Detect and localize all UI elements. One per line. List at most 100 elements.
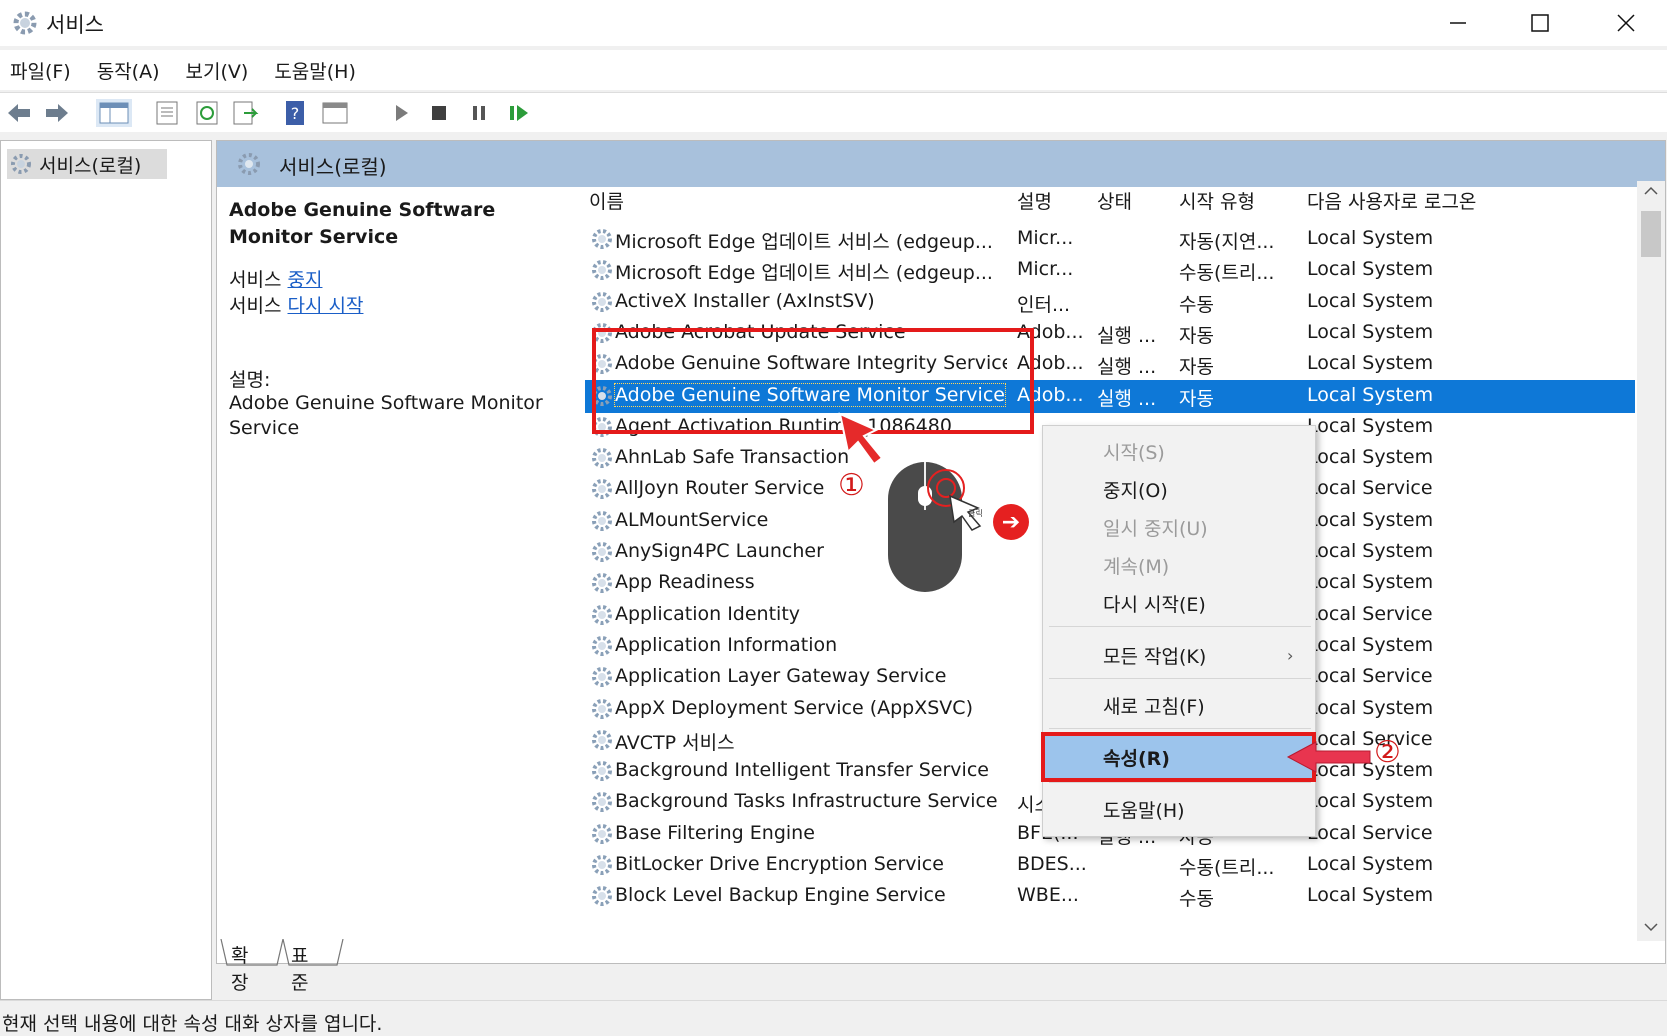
column-header-name[interactable]: 이름 bbox=[589, 187, 624, 214]
menu-item-all-tasks[interactable]: 모든 작업(K) bbox=[1103, 642, 1206, 669]
service-log-on-as: Local System bbox=[1307, 446, 1434, 469]
service-log-on-as: Local Service bbox=[1307, 665, 1433, 688]
services-gear-icon bbox=[13, 11, 37, 35]
service-gear-icon bbox=[589, 633, 615, 664]
service-log-on-as: Local System bbox=[1307, 790, 1434, 813]
maximize-button[interactable] bbox=[1500, 0, 1580, 46]
menu-file[interactable]: 파일(F) bbox=[10, 57, 71, 84]
table-row[interactable]: BitLocker Drive Encryption Service BDES..… bbox=[585, 849, 1635, 882]
toolbar: ? bbox=[0, 92, 1667, 132]
service-status: 실행 ... bbox=[1097, 324, 1157, 347]
menu-help[interactable]: 도움말(H) bbox=[274, 57, 356, 84]
service-name: AllJoyn Router Service bbox=[615, 477, 825, 500]
table-row[interactable]: Block Level Backup Engine Service WBE... 수… bbox=[585, 880, 1635, 913]
column-header-description[interactable]: 설명 bbox=[1017, 187, 1052, 214]
service-log-on-as: Local System bbox=[1307, 571, 1434, 594]
service-name: Application Identity bbox=[615, 602, 801, 625]
minimize-icon bbox=[1450, 22, 1466, 24]
menu-item-refresh[interactable]: 새로 고침(F) bbox=[1103, 692, 1205, 719]
service-description: WBE... bbox=[1017, 884, 1079, 907]
tab-extended[interactable]: 확장 bbox=[231, 941, 248, 995]
menu-item-stop[interactable]: 중지(O) bbox=[1103, 476, 1168, 503]
column-header-status[interactable]: 상태 bbox=[1097, 187, 1132, 214]
menu-item-resume[interactable]: 계속(M) bbox=[1103, 552, 1169, 579]
back-arrow-icon[interactable] bbox=[4, 99, 34, 127]
service-log-on-as: Local System bbox=[1307, 853, 1434, 875]
console-tree: 서비스(로컬) bbox=[0, 140, 212, 1000]
status-bar: 현재 선택 내용에 대한 속성 대화 상자를 엽니다. bbox=[0, 1000, 1667, 1036]
minimize-button[interactable] bbox=[1418, 0, 1498, 46]
service-gear-icon bbox=[589, 758, 615, 789]
svg-text:?: ? bbox=[291, 104, 300, 123]
description-label: 설명: bbox=[229, 369, 271, 391]
show-hide-pane-icon[interactable] bbox=[320, 99, 350, 127]
search-services-icon bbox=[238, 153, 260, 175]
service-log-on-as: Local System bbox=[1307, 633, 1434, 656]
stop-service-link[interactable]: 중지 bbox=[288, 269, 323, 291]
menu-item-start[interactable]: 시작(S) bbox=[1103, 438, 1165, 465]
status-text: 현재 선택 내용에 대한 속성 대화 상자를 엽니다. bbox=[2, 1013, 383, 1035]
table-row[interactable]: Microsoft Edge 업데이트 서비스 (edgeup... Micr..… bbox=[585, 254, 1635, 287]
service-gear-icon bbox=[589, 852, 615, 883]
help-icon[interactable]: ? bbox=[280, 99, 310, 127]
service-gear-icon bbox=[589, 257, 615, 288]
service-gear-icon bbox=[589, 476, 615, 507]
step-1-badge: ① bbox=[838, 468, 865, 503]
column-header-log-on-as[interactable]: 다음 사용자로 로그온 bbox=[1307, 187, 1476, 214]
service-name: Microsoft Edge 업데이트 서비스 (edgeup... bbox=[615, 231, 993, 253]
restart-action-line: 서비스 다시 시작 bbox=[229, 291, 363, 318]
close-button[interactable] bbox=[1586, 0, 1666, 46]
cursor-pointer-icon bbox=[838, 412, 884, 466]
forward-arrow-icon[interactable] bbox=[42, 99, 72, 127]
tree-item-services-local[interactable]: 서비스(로컬) bbox=[7, 149, 167, 179]
tree-item-label: 서비스(로컬) bbox=[39, 154, 142, 177]
service-description: Micr... bbox=[1017, 258, 1074, 281]
column-header-startup-type[interactable]: 시작 유형 bbox=[1179, 187, 1255, 214]
stop-action-line: 서비스 중지 bbox=[229, 265, 322, 292]
scrollbar-thumb[interactable] bbox=[1641, 211, 1661, 257]
scroll-down-icon[interactable] bbox=[1637, 917, 1665, 937]
service-name: AppX Deployment Service (AppXSVC) bbox=[615, 696, 973, 719]
step-2-badge: ② bbox=[1374, 735, 1401, 770]
service-name: ALMountService bbox=[615, 508, 769, 531]
menu-item-restart[interactable]: 다시 시작(E) bbox=[1103, 590, 1206, 617]
pane-header-title: 서비스(로컬) bbox=[279, 155, 387, 179]
service-gear-icon bbox=[589, 539, 615, 570]
service-name: AhnLab Safe Transaction bbox=[615, 446, 850, 469]
service-log-on-as: Local System bbox=[1307, 508, 1434, 531]
restart-service-link[interactable]: 다시 시작 bbox=[288, 295, 364, 317]
menu-view[interactable]: 보기(V) bbox=[186, 57, 249, 84]
vertical-scrollbar[interactable] bbox=[1637, 181, 1665, 941]
stop-service-icon[interactable] bbox=[424, 99, 454, 127]
extended-description-panel: Adobe Genuine Software Monitor Service 서… bbox=[217, 197, 577, 937]
properties-icon[interactable] bbox=[152, 99, 182, 127]
service-gear-icon bbox=[589, 508, 615, 539]
service-gear-icon bbox=[589, 570, 615, 601]
pause-service-icon[interactable] bbox=[464, 99, 494, 127]
service-gear-icon bbox=[589, 883, 615, 914]
service-name: Background Intelligent Transfer Service bbox=[615, 759, 989, 782]
service-description: Micr... bbox=[1017, 227, 1074, 249]
start-service-icon[interactable] bbox=[386, 99, 416, 127]
table-row[interactable]: ActiveX Installer (AxInstSV) 인터... 수동 Local… bbox=[585, 286, 1635, 319]
menu-item-help[interactable]: 도움말(H) bbox=[1103, 796, 1185, 823]
tab-standard[interactable]: 표준 bbox=[291, 941, 308, 995]
maximize-icon bbox=[1531, 14, 1549, 32]
service-name: Base Filtering Engine bbox=[615, 821, 815, 844]
service-log-on-as: Local System bbox=[1307, 320, 1434, 343]
click-label: 클릭 bbox=[968, 508, 983, 518]
scroll-up-icon[interactable] bbox=[1637, 181, 1665, 201]
pointer-arrow-left-icon bbox=[1286, 741, 1371, 773]
service-gear-icon bbox=[589, 226, 615, 257]
service-name: AnySign4PC Launcher bbox=[615, 540, 824, 562]
refresh-icon[interactable] bbox=[192, 99, 222, 127]
export-list-icon[interactable] bbox=[230, 99, 260, 127]
service-log-on-as: Local System bbox=[1307, 227, 1434, 249]
table-row[interactable]: Microsoft Edge 업데이트 서비스 (edgeup... Micr..… bbox=[585, 223, 1635, 256]
menu-item-pause[interactable]: 일시 중지(U) bbox=[1103, 514, 1208, 541]
selected-service-title: Adobe Genuine Software Monitor Service bbox=[229, 199, 496, 248]
console-tree-icon[interactable] bbox=[96, 99, 132, 127]
restart-service-icon[interactable] bbox=[504, 99, 534, 127]
menu-action[interactable]: 동작(A) bbox=[97, 57, 160, 84]
service-startup-type: 수동 bbox=[1179, 888, 1214, 911]
